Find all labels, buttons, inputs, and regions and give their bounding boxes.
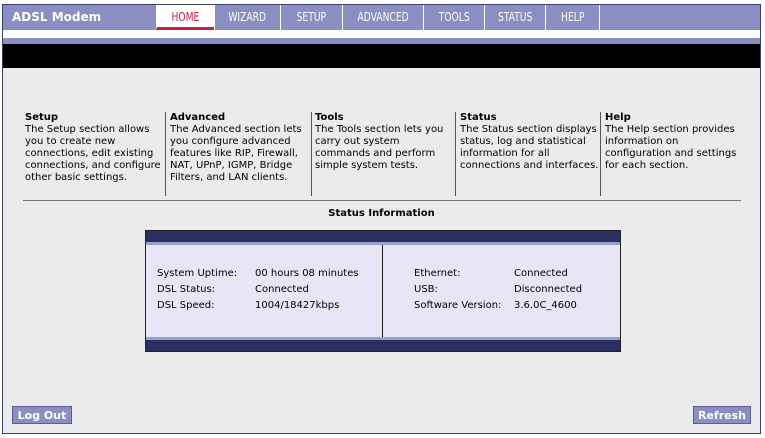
- tab-home[interactable]: HOME: [156, 5, 214, 30]
- value-system-uptime: 00 hours 08 minutes: [255, 268, 359, 279]
- status-panel: System Uptime: DSL Status: DSL Speed: 00…: [145, 230, 621, 352]
- status-title: Status Information: [328, 208, 435, 219]
- section-desc: The Setup section allows you to create n…: [25, 124, 161, 183]
- section-help: Help The Help section provides informati…: [605, 112, 745, 172]
- value-dsl-speed: 1004/18427kbps: [255, 300, 340, 311]
- panel-bottom-band: [146, 340, 620, 351]
- panel-top-accent: [146, 242, 620, 245]
- label-dsl-speed: DSL Speed:: [157, 300, 215, 311]
- column-divider: [600, 112, 601, 196]
- footer-bar: [3, 402, 760, 433]
- column-divider: [165, 112, 166, 196]
- tab-advanced[interactable]: ADVANCED: [342, 5, 423, 30]
- tab-wizard[interactable]: WIZARD: [214, 5, 280, 30]
- value-usb: Disconnected: [514, 284, 583, 295]
- brand-title: ADSL Modem: [12, 10, 102, 24]
- section-desc: The Advanced section lets you configure …: [170, 124, 302, 183]
- value-ethernet: Connected: [514, 268, 568, 279]
- section-advanced: Advanced The Advanced section lets you c…: [170, 112, 310, 184]
- status-right-labels: Ethernet: USB: Software Version:: [414, 266, 501, 314]
- label-usb: USB:: [414, 284, 438, 295]
- section-title: Help: [605, 112, 631, 123]
- label-dsl-status: DSL Status:: [157, 284, 216, 295]
- section-setup: Setup The Setup section allows you to cr…: [25, 112, 165, 184]
- label-ethernet: Ethernet:: [414, 268, 461, 279]
- section-title: Setup: [25, 112, 59, 123]
- value-dsl-status: Connected: [255, 284, 309, 295]
- section-status: Status The Status section displays statu…: [460, 112, 600, 172]
- tab-help[interactable]: HELP: [545, 5, 600, 30]
- main-content: Setup The Setup section allows you to cr…: [3, 68, 760, 402]
- status-right-values: Connected Disconnected 3.6.0C_4600: [514, 266, 582, 314]
- section-title: Tools: [315, 112, 344, 123]
- value-software-version: 3.6.0C_4600: [514, 300, 577, 311]
- section-tools: Tools The Tools section lets you carry o…: [315, 112, 455, 172]
- section-desc: The Tools section lets you carry out sys…: [315, 124, 444, 171]
- status-left-labels: System Uptime: DSL Status: DSL Speed:: [157, 266, 237, 314]
- section-title: Advanced: [170, 112, 226, 123]
- column-divider: [311, 112, 312, 196]
- label-system-uptime: System Uptime:: [157, 268, 238, 279]
- column-divider: [455, 112, 456, 196]
- section-desc: The Status section displays status, log …: [460, 124, 599, 171]
- status-left-values: 00 hours 08 minutes Connected 1004/18427…: [255, 266, 359, 314]
- panel-top-band: [146, 231, 620, 242]
- nav-underline: [3, 30, 760, 38]
- tab-status[interactable]: STATUS: [484, 5, 545, 30]
- top-nav: ADSL Modem HOME WIZARD SETUP ADVANCED TO…: [3, 5, 760, 30]
- panel-divider: [382, 245, 383, 339]
- refresh-button[interactable]: Refresh: [693, 406, 751, 424]
- section-title: Status: [460, 112, 497, 123]
- label-software-version: Software Version:: [414, 300, 502, 311]
- tab-tools[interactable]: TOOLS: [423, 5, 484, 30]
- section-separator: [23, 200, 741, 201]
- page-banner: [3, 44, 760, 68]
- logout-button[interactable]: Log Out: [12, 406, 72, 424]
- tab-setup[interactable]: SETUP: [280, 5, 342, 30]
- section-desc: The Help section provides information on…: [605, 124, 737, 171]
